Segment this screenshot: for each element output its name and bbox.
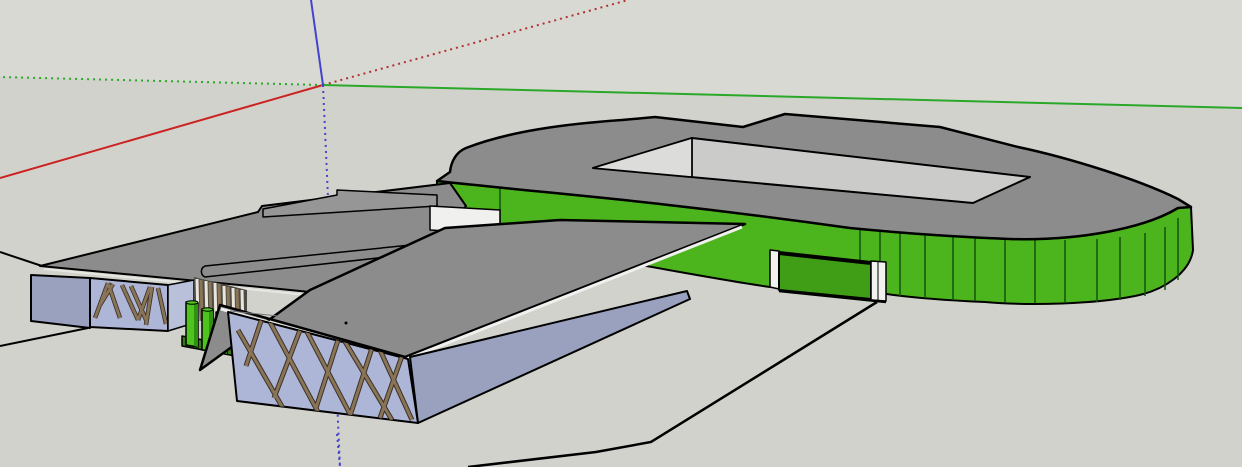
column-1[interactable] <box>186 301 198 347</box>
viewport-canvas[interactable] <box>0 0 1242 467</box>
roof-point-mark <box>345 322 348 325</box>
west-wall[interactable] <box>31 275 90 328</box>
door-left-jamb <box>770 250 779 289</box>
modeling-viewport[interactable] <box>0 0 1242 467</box>
